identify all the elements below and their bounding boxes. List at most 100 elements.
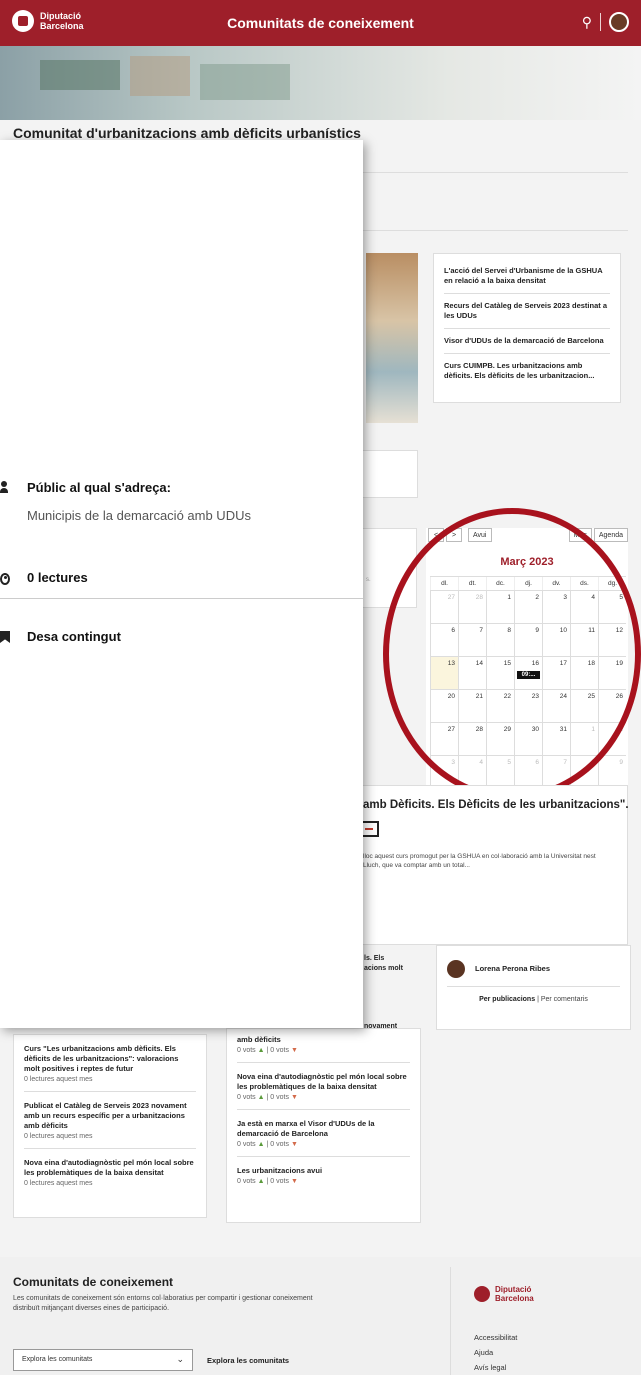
calendar-day[interactable]: 1	[570, 723, 598, 755]
user-avatar[interactable]	[609, 12, 629, 32]
list-item-title[interactable]: Publicat el Catàleg de Serveis 2023 nova…	[24, 1101, 196, 1131]
thumbs-down-icon[interactable]: ▼	[291, 1178, 298, 1185]
list-item[interactable]: Nova eina d'autodiagnòstic pel món local…	[237, 1063, 410, 1110]
list-item[interactable]: Ja està en marxa el Visor d'UDUs de la d…	[237, 1110, 410, 1157]
save-content-button[interactable]: Desa contingut	[27, 629, 121, 644]
calendar-event[interactable]: 09:...	[517, 671, 540, 679]
list-item-title[interactable]: amb dèficits	[237, 1035, 410, 1045]
calendar-day[interactable]: 4	[458, 756, 486, 788]
calendar-day[interactable]: 27	[430, 723, 458, 755]
list-item-title[interactable]: Nova eina d'autodiagnòstic pel món local…	[24, 1158, 196, 1178]
calendar-day[interactable]: 27	[430, 591, 458, 623]
calendar-day[interactable]: 6	[514, 756, 542, 788]
tab-per-publicacions[interactable]: Per publicacions	[479, 996, 535, 1003]
thumbs-down-icon[interactable]: ▼	[291, 1141, 298, 1148]
calendar-day[interactable]: 28	[458, 591, 486, 623]
calendar-day[interactable]: 4	[570, 591, 598, 623]
thumbs-up-icon[interactable]: ▲	[258, 1178, 265, 1185]
calendar-day[interactable]: 17	[542, 657, 570, 689]
event-title[interactable]: amb Dèficits. Els Dèficits de les urbani…	[363, 799, 629, 811]
calendar-weekdays: dl. dt. dc. dj. dv. ds. dg.	[430, 576, 626, 591]
calendar-day[interactable]: 10	[542, 624, 570, 656]
list-item[interactable]: Curs "Les urbanitzacions amb dèficits. E…	[24, 1035, 196, 1092]
thumbs-down-icon[interactable]: ▼	[291, 1094, 298, 1101]
calendar-day[interactable]: 1	[486, 591, 514, 623]
calendar-day[interactable]: 8	[570, 756, 598, 788]
calendar-day[interactable]: 24	[542, 690, 570, 722]
calendar-day[interactable]: 12	[598, 624, 626, 656]
calendar-day[interactable]: 25	[570, 690, 598, 722]
footer-link-ajuda[interactable]: Ajuda	[474, 1348, 493, 1357]
calendar-day[interactable]: 18	[570, 657, 598, 689]
calendar-day[interactable]: 5	[598, 591, 626, 623]
related-link[interactable]: Curs CUIMPB. Les urbanitzacions amb dèfi…	[444, 361, 610, 388]
weekday-label: dj.	[514, 577, 542, 590]
calendar-day[interactable]: 7	[458, 624, 486, 656]
calendar-day[interactable]: 23	[514, 690, 542, 722]
calendar-day[interactable]: 15	[486, 657, 514, 689]
calendar-day[interactable]: 20	[430, 690, 458, 722]
thumbs-up-icon[interactable]: ▲	[258, 1141, 265, 1148]
calendar-day[interactable]: 9	[514, 624, 542, 656]
communities-select[interactable]: Explora les comunitats ⌄	[13, 1349, 193, 1371]
calendar-day-today[interactable]: 13	[430, 657, 458, 689]
list-item-title[interactable]: Ja està en marxa el Visor d'UDUs de la d…	[237, 1119, 410, 1139]
calendar-day[interactable]: 14	[458, 657, 486, 689]
author-avatar[interactable]	[447, 960, 465, 978]
list-item[interactable]: Nova eina d'autodiagnòstic pel món local…	[24, 1149, 196, 1195]
calendar-day[interactable]: 9	[598, 756, 626, 788]
weekday-label: dg.	[598, 577, 626, 590]
calendar-day[interactable]: 3	[542, 591, 570, 623]
site-title[interactable]: Comunitats de coneixement	[0, 15, 641, 31]
weekday-label: dc.	[486, 577, 514, 590]
thumbs-up-icon[interactable]: ▲	[258, 1047, 265, 1054]
list-item-title[interactable]: Nova eina d'autodiagnòstic pel món local…	[237, 1072, 410, 1092]
calendar-day[interactable]: 30	[514, 723, 542, 755]
bg-snippet: acions molt	[364, 965, 403, 972]
tab-per-comentaris[interactable]: Per comentaris	[541, 996, 588, 1003]
calendar-day[interactable]: 6	[430, 624, 458, 656]
explore-communities-link[interactable]: Explora les comunitats	[207, 1356, 289, 1365]
calendar-day[interactable]: 28	[458, 723, 486, 755]
calendar-month-view-button[interactable]: Mes	[568, 528, 592, 542]
calendar-day[interactable]: 29	[486, 723, 514, 755]
footer-link-accessibilitat[interactable]: Accessibilitat	[474, 1333, 517, 1342]
thumbs-down-icon[interactable]: ▼	[291, 1047, 298, 1054]
hero-shape	[130, 56, 190, 96]
calendar-week: 27 28 29 30 31 1 2	[430, 723, 626, 756]
calendar-prev-button[interactable]: <	[428, 528, 444, 542]
calendar-day[interactable]: 2	[514, 591, 542, 623]
list-item[interactable]: Les urbanitzacions avui 0 vots ▲ | 0 vot…	[237, 1157, 410, 1193]
hero-shape	[200, 64, 290, 100]
calendar-today-button[interactable]: Avui	[468, 528, 492, 542]
thumbs-up-icon[interactable]: ▲	[258, 1094, 265, 1101]
bookmark-icon[interactable]	[0, 631, 10, 643]
eye-icon	[0, 573, 10, 585]
footer-link-avis-legal[interactable]: Avís legal	[474, 1363, 506, 1372]
related-link[interactable]: Visor d'UDUs de la demarcació de Barcelo…	[444, 336, 610, 354]
footer-logo[interactable]: Diputació Barcelona	[474, 1285, 534, 1303]
list-item[interactable]: amb dèficits 0 vots ▲ | 0 vots ▼	[237, 1029, 410, 1063]
list-item-title[interactable]: Curs "Les urbanitzacions amb dèficits. E…	[24, 1044, 196, 1074]
calendar-agenda-view-button[interactable]: Agenda	[593, 528, 628, 542]
related-link[interactable]: Recurs del Catàleg de Serveis 2023 desti…	[444, 301, 610, 329]
calendar-day[interactable]: 19	[598, 657, 626, 689]
calendar-day[interactable]: 31	[542, 723, 570, 755]
calendar-next-button[interactable]: >	[446, 528, 462, 542]
list-item[interactable]: Publicat el Catàleg de Serveis 2023 nova…	[24, 1092, 196, 1149]
list-item-title[interactable]: Les urbanitzacions avui	[237, 1166, 410, 1176]
calendar-day[interactable]: 7	[542, 756, 570, 788]
calendar-day[interactable]: 22	[486, 690, 514, 722]
author-name[interactable]: Lorena Perona Ribes	[475, 964, 550, 973]
calendar-day[interactable]: 8	[486, 624, 514, 656]
calendar-day[interactable]: 2	[598, 723, 626, 755]
calendar-day[interactable]: 3	[430, 756, 458, 788]
featured-image[interactable]	[366, 253, 418, 423]
calendar-day[interactable]: 16 09:...	[514, 657, 542, 689]
calendar-day[interactable]: 11	[570, 624, 598, 656]
calendar-day[interactable]: 26	[598, 690, 626, 722]
calendar-day[interactable]: 21	[458, 690, 486, 722]
search-icon[interactable]: ⚲	[582, 14, 592, 31]
related-link[interactable]: L'acció del Servei d'Urbanisme de la GSH…	[444, 266, 610, 294]
calendar-day[interactable]: 5	[486, 756, 514, 788]
